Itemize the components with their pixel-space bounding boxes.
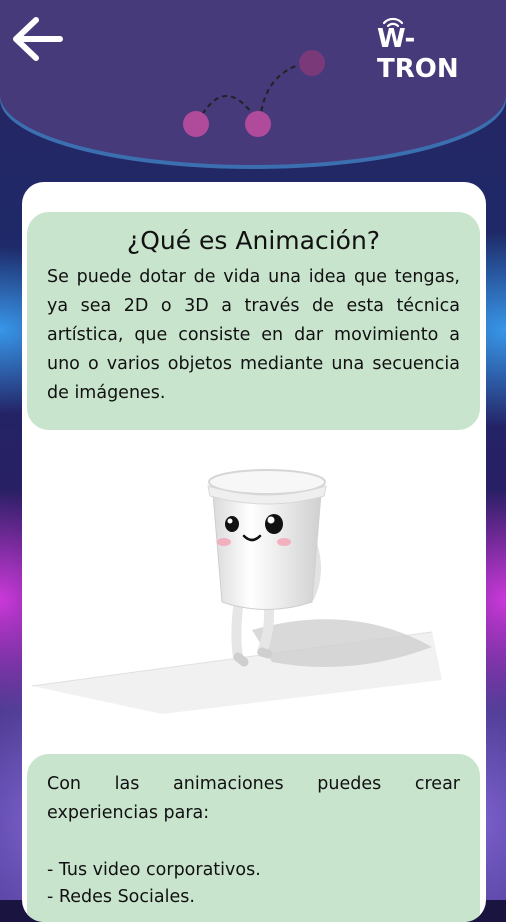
uses-intro: Con las animaciones puedes crear experie… (47, 774, 460, 823)
list-item: - Tus video corporativos. (47, 860, 261, 880)
logo-text: W-TRON (377, 24, 459, 84)
path-dot (299, 50, 325, 76)
uses-list: - Tus video corporativos. - Redes Social… (47, 857, 460, 911)
info-box-definition: ¿Qué es Animación? Se puede dotar de vid… (27, 212, 480, 430)
info-box-uses: Con las animaciones puedes crear experie… (27, 754, 480, 922)
header-bar: W-TRON (0, 0, 506, 165)
arrow-left-icon (13, 17, 63, 61)
path-dot (183, 111, 209, 137)
back-button[interactable] (10, 14, 66, 64)
brand-logo: W-TRON (377, 14, 492, 84)
list-item: - Redes Sociales. (47, 887, 195, 907)
path-dot (245, 111, 271, 137)
section-title: ¿Qué es Animación? (126, 226, 381, 255)
content-card: ¿Qué es Animación? Se puede dotar de vid… (22, 182, 486, 922)
cup-character-illustration (31, 469, 442, 714)
section-body: Se puede dotar de vida una idea que teng… (47, 267, 460, 403)
dotted-path-decoration (183, 50, 325, 137)
